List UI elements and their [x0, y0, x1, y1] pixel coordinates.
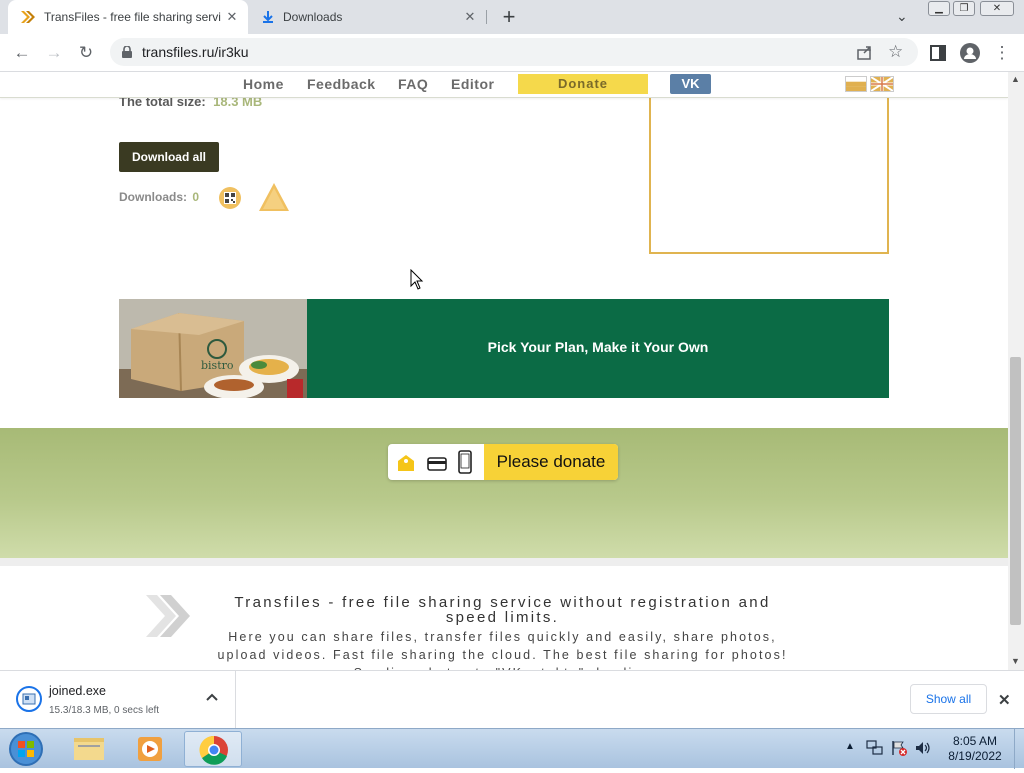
- mouse-cursor-icon: [410, 268, 424, 291]
- tab-title: Downloads: [283, 10, 343, 24]
- donate-widget[interactable]: Please donate: [388, 444, 618, 480]
- restore-button[interactable]: ❐: [953, 1, 975, 16]
- side-panel-icon[interactable]: [926, 41, 950, 65]
- downloads-count-row: Downloads: 0: [119, 190, 199, 204]
- bank-card-icon[interactable]: [426, 453, 448, 473]
- system-clock[interactable]: 8:05 AM 8/19/2022: [940, 734, 1010, 764]
- close-tab-icon[interactable]: ✕: [462, 9, 478, 25]
- lock-icon: [122, 45, 132, 58]
- downloads-label: Downloads:: [119, 190, 187, 204]
- clock-time: 8:05 AM: [952, 734, 998, 748]
- warning-triangle-icon[interactable]: [258, 182, 290, 212]
- scroll-up-arrow-icon[interactable]: ▲: [1011, 74, 1020, 84]
- svg-text:bistro: bistro: [201, 359, 234, 372]
- download-status: 15.3/18.3 MB, 0 secs left: [49, 705, 160, 716]
- ad-frame-box: [649, 96, 889, 254]
- close-window-button[interactable]: ✕: [980, 1, 1014, 16]
- footer-divider: [0, 558, 1008, 566]
- share-icon[interactable]: [856, 43, 874, 61]
- chevron-up-icon[interactable]: [205, 691, 219, 705]
- download-all-button[interactable]: Download all: [119, 142, 219, 172]
- file-explorer-folder-icon[interactable]: [60, 731, 118, 767]
- back-arrow-icon[interactable]: ←: [10, 41, 34, 65]
- tab-title: TransFiles - free file sharing servi: [44, 10, 221, 24]
- windows-start-icon[interactable]: [6, 730, 46, 768]
- action-center-flag-icon[interactable]: [890, 739, 908, 757]
- network-icon[interactable]: [866, 739, 884, 757]
- footer-title: Transfiles - free file sharing service w…: [234, 594, 771, 626]
- uk-flag-icon[interactable]: [870, 76, 894, 92]
- tab-transfiles[interactable]: TransFiles - free file sharing servi ✕: [8, 0, 248, 34]
- browser-tab-bar: TransFiles - free file sharing servi ✕ D…: [0, 0, 1024, 34]
- show-desktop-button[interactable]: [1014, 729, 1024, 769]
- page-viewport: Home Feedback FAQ Editor Donate VK The t…: [0, 72, 1008, 670]
- site-nav: Home Feedback FAQ Editor Donate VK: [0, 72, 1008, 98]
- volume-speaker-icon[interactable]: [914, 739, 932, 757]
- page-scrollbar[interactable]: ▲ ▼: [1008, 72, 1024, 670]
- chrome-browser-icon[interactable]: [184, 731, 242, 767]
- new-tab-button[interactable]: +: [498, 6, 520, 28]
- menu-kebab-icon[interactable]: ⋮: [990, 41, 1014, 65]
- please-donate-button[interactable]: Please donate: [484, 444, 618, 480]
- show-hidden-icons-chevron-icon[interactable]: ▲: [845, 741, 855, 752]
- close-tab-icon[interactable]: ✕: [224, 9, 240, 25]
- minimize-button[interactable]: ▁: [928, 1, 950, 16]
- footer-description: Here you can share files, transfer files…: [217, 630, 788, 670]
- donate-section: Please donate: [0, 428, 1008, 558]
- clock-date: 8/19/2022: [948, 749, 1002, 763]
- bistromd-ad-banner[interactable]: bistro Pick Your Plan, Make it Your Own: [119, 299, 889, 398]
- bistromd-box-image: bistro: [119, 299, 307, 398]
- download-icon: [260, 9, 276, 25]
- russian-flag-icon[interactable]: [845, 76, 867, 92]
- nav-home-link[interactable]: Home: [243, 76, 284, 92]
- banner-headline: Pick Your Plan, Make it Your Own: [487, 339, 709, 355]
- tab-divider: [486, 10, 487, 24]
- transfiles-favicon-icon: [20, 9, 36, 25]
- tab-search-chevron-down-icon[interactable]: ⌄: [896, 8, 914, 26]
- downloads-count: 0: [192, 190, 200, 204]
- scroll-down-arrow-icon[interactable]: ▼: [1011, 656, 1020, 666]
- exe-file-icon: [16, 686, 42, 712]
- mobile-phone-icon[interactable]: [458, 450, 472, 474]
- qr-code-icon[interactable]: [219, 187, 241, 209]
- address-bar[interactable]: transfiles.ru/ir3ku ☆: [110, 38, 918, 66]
- forward-arrow-icon[interactable]: →: [42, 41, 66, 65]
- scrollbar-thumb[interactable]: [1010, 357, 1021, 625]
- nav-faq-link[interactable]: FAQ: [398, 76, 428, 92]
- url-text: transfiles.ru/ir3ku: [142, 44, 249, 60]
- show-all-downloads-button[interactable]: Show all: [910, 684, 987, 714]
- browser-toolbar: ← → ↻ transfiles.ru/ir3ku ☆ ⋮: [0, 34, 1024, 72]
- download-file-name: joined.exe: [49, 684, 106, 698]
- wallet-tag-icon[interactable]: [396, 453, 416, 473]
- downloads-bar: joined.exe 15.3/18.3 MB, 0 secs left Sho…: [0, 670, 1024, 729]
- reload-icon[interactable]: ↻: [74, 41, 98, 65]
- transfiles-logo-icon: [143, 591, 193, 641]
- windows-taskbar: ▲ 8:05 AM 8/19/2022: [0, 728, 1024, 769]
- nav-vk-button[interactable]: VK: [670, 74, 711, 94]
- close-downloads-bar-icon[interactable]: ✕: [998, 691, 1011, 709]
- tab-downloads[interactable]: Downloads ✕: [250, 0, 486, 34]
- nav-editor-link[interactable]: Editor: [451, 76, 494, 92]
- bookmark-star-icon[interactable]: ☆: [888, 42, 903, 62]
- media-player-icon[interactable]: [122, 731, 180, 767]
- download-item[interactable]: joined.exe 15.3/18.3 MB, 0 secs left: [0, 671, 236, 729]
- nav-donate-button[interactable]: Donate: [518, 74, 648, 94]
- profile-avatar-icon[interactable]: [958, 41, 982, 65]
- nav-feedback-link[interactable]: Feedback: [307, 76, 376, 92]
